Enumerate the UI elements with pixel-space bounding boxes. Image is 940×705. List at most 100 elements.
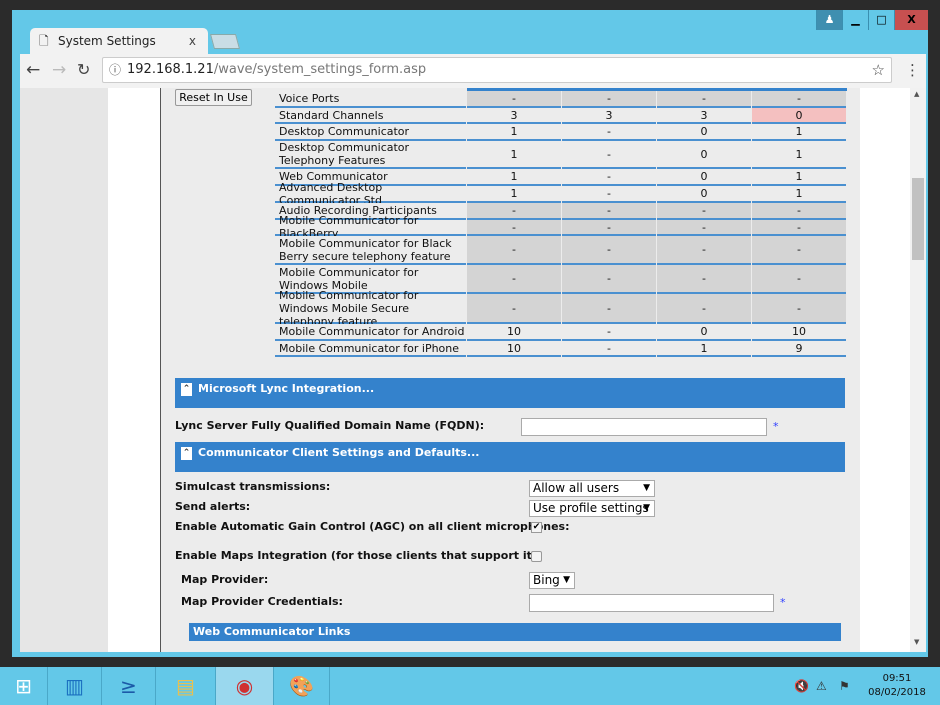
row-value: 3 [657,108,751,124]
server-manager-icon[interactable]: ▥ [48,667,102,705]
info-icon: ⓘ [109,63,122,77]
taskbar: ⊞ ▥ ≥ ▤ ◉ 🎨 🔇 ⚠ ⚑ 09:51 08/02/2018 [0,667,940,705]
file-explorer-icon[interactable]: ▤ [156,667,216,705]
volume-muted-icon[interactable]: 🔇 [794,679,809,693]
send-alerts-label: Send alerts: [175,500,251,513]
row-value: 1 [467,124,561,141]
row-value: - [752,236,846,265]
section-web-communicator-links[interactable]: Web Communicator Links [189,623,841,641]
row-value: - [467,236,561,265]
collapse-icon[interactable]: ⌃ [181,446,192,460]
close-window-button[interactable]: X [894,10,928,30]
section-title: Microsoft Lync Integration... [198,382,375,395]
row-value: - [467,91,561,108]
agc-checkbox[interactable]: ✔ [531,522,542,533]
row-label: Mobile Communicator for Windows Mobile S… [275,289,466,328]
row-value: - [752,220,846,236]
agc-label: Enable Automatic Gain Control (AGC) on a… [175,520,570,533]
menu-icon[interactable]: ⋮ [905,61,920,79]
clock[interactable]: 09:51 08/02/2018 [862,672,932,700]
maps-label: Enable Maps Integration (for those clien… [175,549,542,562]
row-value: 0 [752,108,846,124]
map-provider-label: Map Provider: [181,573,269,586]
back-icon[interactable]: ← [26,60,40,80]
row-value: - [657,203,751,220]
address-bar[interactable]: ⓘ 192.168.1.21/wave/system_settings_form… [102,57,892,83]
section-lync[interactable]: ⌃ Microsoft Lync Integration... [175,378,845,408]
scrollbar-thumb[interactable] [912,178,924,260]
dropdown-arrow-icon: ▼ [563,575,570,585]
user-icon[interactable]: ♟ [816,10,842,30]
collapse-icon[interactable]: ⌃ [181,382,192,396]
forward-icon[interactable]: → [52,60,66,80]
row-value: - [562,341,656,357]
right-margin [860,88,910,652]
row-label: Mobile Communicator for iPhone [275,341,466,357]
map-credentials-input[interactable] [529,594,774,612]
row-label: Mobile Communicator for BlackBerry [275,214,466,240]
network-warning-icon[interactable]: ⚠ [816,679,827,693]
row-value: - [467,203,561,220]
time: 09:51 [882,673,912,684]
row-value: 1 [752,169,846,186]
row-value: 0 [657,186,751,203]
row-value: - [562,124,656,141]
row-value: 10 [752,324,846,341]
reset-in-use-button[interactable]: Reset In Use [175,89,252,106]
left-margin [108,88,160,652]
reload-icon[interactable]: ↻ [77,60,90,79]
tab-system-settings[interactable]: 🗋 System Settings x [30,28,208,54]
maximize-button[interactable]: □ [868,10,894,30]
row-value: - [562,203,656,220]
row-value: 1 [752,124,846,141]
row-value: 0 [657,124,751,141]
scroll-down-icon[interactable]: ▼ [914,638,919,646]
fqdn-label: Lync Server Fully Qualified Domain Name … [175,419,485,432]
required-marker: * [773,420,779,433]
scrollbar[interactable]: ▲ ▼ [910,88,926,652]
simulcast-label: Simulcast transmissions: [175,480,331,493]
required-marker: * [780,596,786,609]
row-label: Desktop Communicator Telephony Features [275,141,466,169]
row-value: - [562,186,656,203]
minimize-button[interactable]: ▁ [842,10,868,30]
new-tab-button[interactable] [209,34,241,49]
selected-value: Bing [533,573,560,587]
send-alerts-select[interactable]: Use profile settings ▼ [529,500,655,517]
row-value: - [752,91,846,108]
row-label: Advanced Desktop Communicator Std [275,181,466,207]
maps-checkbox[interactable] [531,551,542,562]
powershell-icon[interactable]: ≥ [102,667,156,705]
simulcast-select[interactable]: Allow all users ▼ [529,480,655,497]
row-value: 1 [752,186,846,203]
scroll-up-icon[interactable]: ▲ [914,90,919,98]
row-value: 1 [467,141,561,169]
bookmark-star-icon[interactable]: ☆ [872,58,885,82]
page-icon: 🗋 [39,34,49,48]
row-value: 3 [562,108,656,124]
map-provider-select[interactable]: Bing ▼ [529,572,575,589]
paint-icon[interactable]: 🎨 [274,667,330,705]
row-value: - [752,265,846,294]
chrome-icon[interactable]: ◉ [216,667,274,705]
tab-close-button[interactable]: x [189,28,196,54]
row-value: - [657,220,751,236]
row-value: 0 [657,324,751,341]
section-client-settings[interactable]: ⌃ Communicator Client Settings and Defaul… [175,442,845,472]
row-value: 0 [657,169,751,186]
row-value: - [752,203,846,220]
row-value: 10 [467,341,561,357]
row-value: - [752,294,846,324]
action-center-icon[interactable]: ⚑ [839,679,850,693]
row-value: 9 [752,341,846,357]
row-value: - [467,220,561,236]
url-path: /wave/system_settings_form.asp [213,62,427,77]
row-value: 0 [657,141,751,169]
row-value: - [562,141,656,169]
row-value: - [562,169,656,186]
fqdn-input[interactable] [521,418,767,436]
start-button[interactable]: ⊞ [0,667,48,705]
row-value: - [562,324,656,341]
selected-value: Use profile settings [533,501,649,515]
row-value: - [657,236,751,265]
